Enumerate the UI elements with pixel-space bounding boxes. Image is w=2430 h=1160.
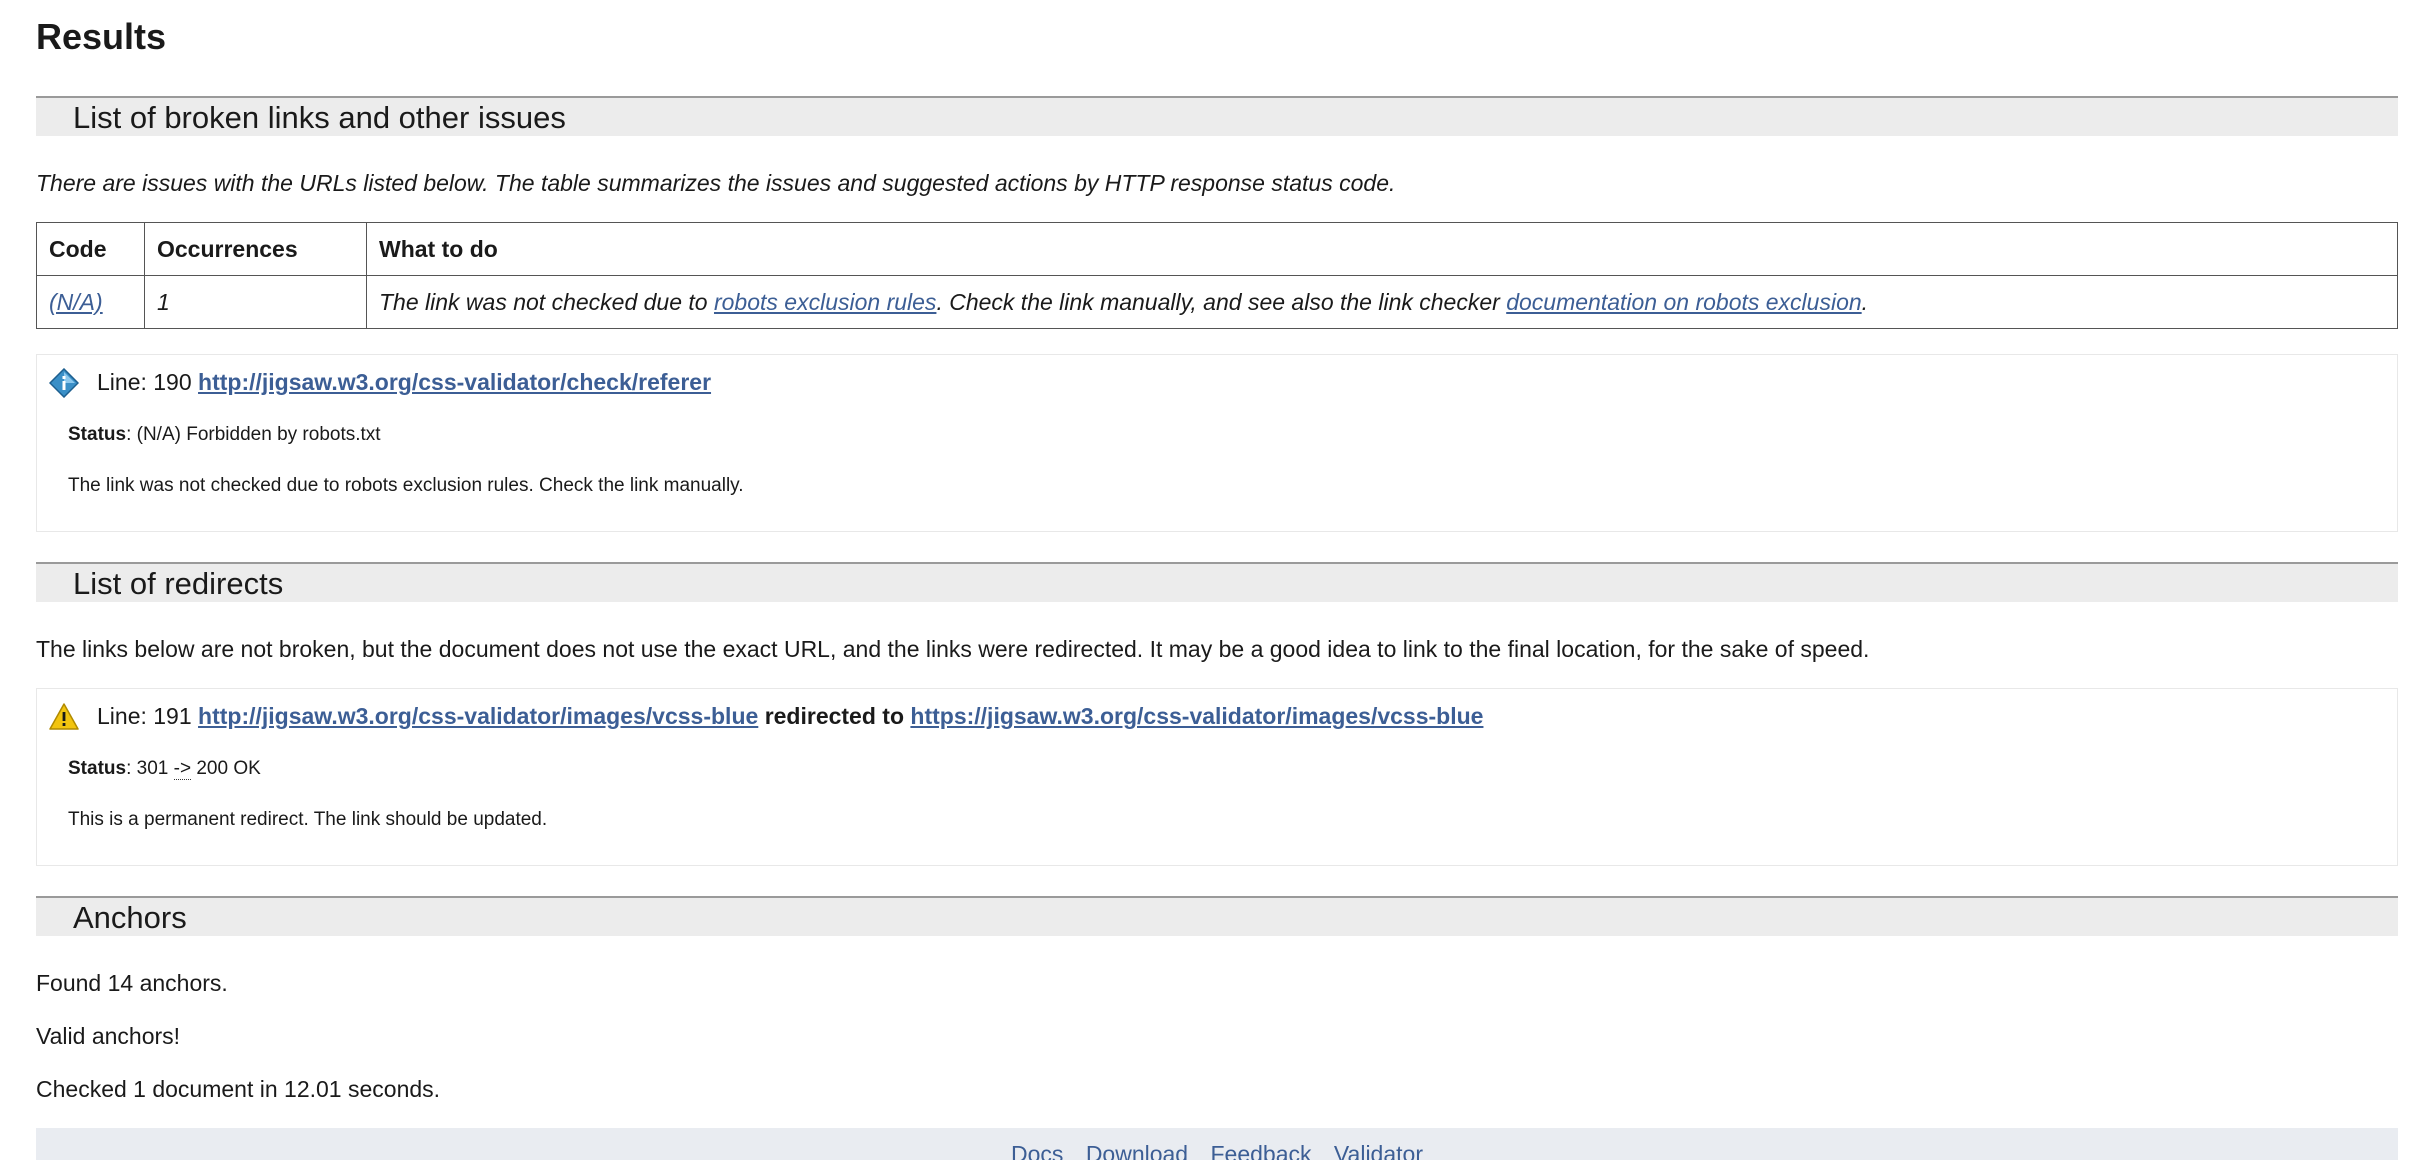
broken-link-item: Line: 190 http://jigsaw.w3.org/css-valid… [36,354,2398,532]
section-title: List of broken links and other issues [73,100,566,135]
robots-exclusion-rules-link[interactable]: robots exclusion rules [714,289,936,315]
table-header-what-to-do: What to do [366,222,2398,276]
footer-link-feedback[interactable]: Feedback [1211,1141,1312,1160]
table-cell-what-to-do: The link was not checked due to robots e… [366,275,2398,329]
broken-link-status: Status: (N/A) Forbidden by robots.txt [68,422,381,448]
status-value: : (N/A) Forbidden by robots.txt [126,424,381,445]
broken-link-line: Line: 190 http://jigsaw.w3.org/css-valid… [97,367,711,397]
section-header-broken-links: List of broken links and other issues [36,96,2398,136]
footer-nav: Docs Download Feedback Validator [36,1128,2398,1160]
table-header-occurrences: Occurrences [144,222,367,276]
redirect-from-link[interactable]: http://jigsaw.w3.org/css-validator/image… [198,703,758,729]
status-arrow: -> [173,758,192,780]
table-row: (N/A) 1 The link was not checked due to … [36,275,2398,329]
page: Results List of broken links and other i… [0,0,2430,1160]
redirects-intro: The links below are not broken, but the … [36,636,1870,662]
status-label: Status [68,424,127,445]
broken-link-description: The link was not checked due to robots e… [68,475,744,496]
section-title: Anchors [73,900,187,935]
redirect-description: This is a permanent redirect. The link s… [68,809,548,830]
status-label: Status [68,758,127,779]
issues-summary-table: Code Occurrences What to do (N/A) 1 The … [36,222,2398,329]
section-title: List of redirects [73,566,284,601]
status-suffix: 200 OK [191,758,261,779]
anchors-valid: Valid anchors! [36,1023,181,1049]
table-header-row: Code Occurrences What to do [36,222,2398,276]
what-to-do-suffix: . [1861,288,1869,315]
section-header-redirects: List of redirects [36,562,2398,602]
page-title: Results [36,16,167,57]
code-link[interactable]: (N/A) [49,289,103,315]
line-number: Line: 190 [97,369,192,395]
status-prefix: : 301 [126,758,174,779]
redirect-line: Line: 191 http://jigsaw.w3.org/css-valid… [97,701,1483,731]
redirected-to-label: redirected to [764,703,905,729]
what-to-do-prefix: The link was not checked due to [379,288,714,315]
warning-icon [49,703,79,730]
robots-exclusion-docs-link[interactable]: documentation on robots exclusion [1506,289,1861,315]
table-cell-code: (N/A) [36,275,145,329]
broken-links-intro: There are issues with the URLs listed be… [36,170,1396,196]
footer-link-validator[interactable]: Validator [1334,1141,1423,1160]
anchors-found: Found 14 anchors. [36,970,228,996]
table-cell-occurrences: 1 [144,275,367,329]
footer-link-download[interactable]: Download [1086,1141,1188,1160]
redirect-item: Line: 191 http://jigsaw.w3.org/css-valid… [36,688,2398,866]
line-number: Line: 191 [97,703,192,729]
footer-link-docs[interactable]: Docs [1011,1141,1063,1160]
what-to-do-middle: . Check the link manually, and see also … [936,288,1507,315]
redirect-status: Status: 301 -> 200 OK [68,756,261,782]
redirect-to-link[interactable]: https://jigsaw.w3.org/css-validator/imag… [910,703,1483,729]
section-header-anchors: Anchors [36,896,2398,936]
check-summary: Checked 1 document in 12.01 seconds. [36,1076,441,1102]
broken-url-link[interactable]: http://jigsaw.w3.org/css-validator/check… [198,369,711,395]
table-header-code: Code [36,222,145,276]
info-diamond-icon [49,368,79,398]
